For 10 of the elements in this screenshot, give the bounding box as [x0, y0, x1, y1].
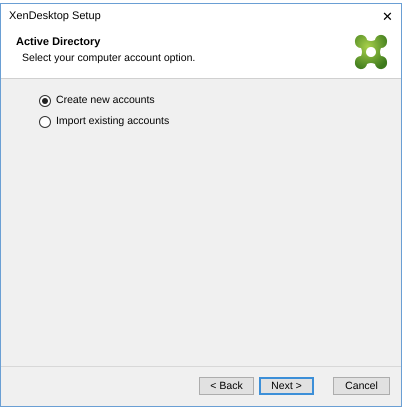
dialog-button[interactable]: < Back	[199, 377, 254, 395]
dialog-button[interactable]: Cancel	[333, 377, 390, 395]
header-title: Active Directory	[16, 35, 102, 50]
logo-icon	[353, 34, 389, 70]
header-subtitle: Select your computer account option.	[21, 50, 196, 66]
dialog-button[interactable]: Next >	[259, 377, 314, 395]
radio-option[interactable]: Import existing accounts	[39, 114, 401, 130]
radio-option[interactable]: Create new accounts	[39, 93, 401, 109]
close-button[interactable]: ✕	[382, 10, 393, 22]
window-title: XenDesktop Setup	[9, 8, 101, 24]
